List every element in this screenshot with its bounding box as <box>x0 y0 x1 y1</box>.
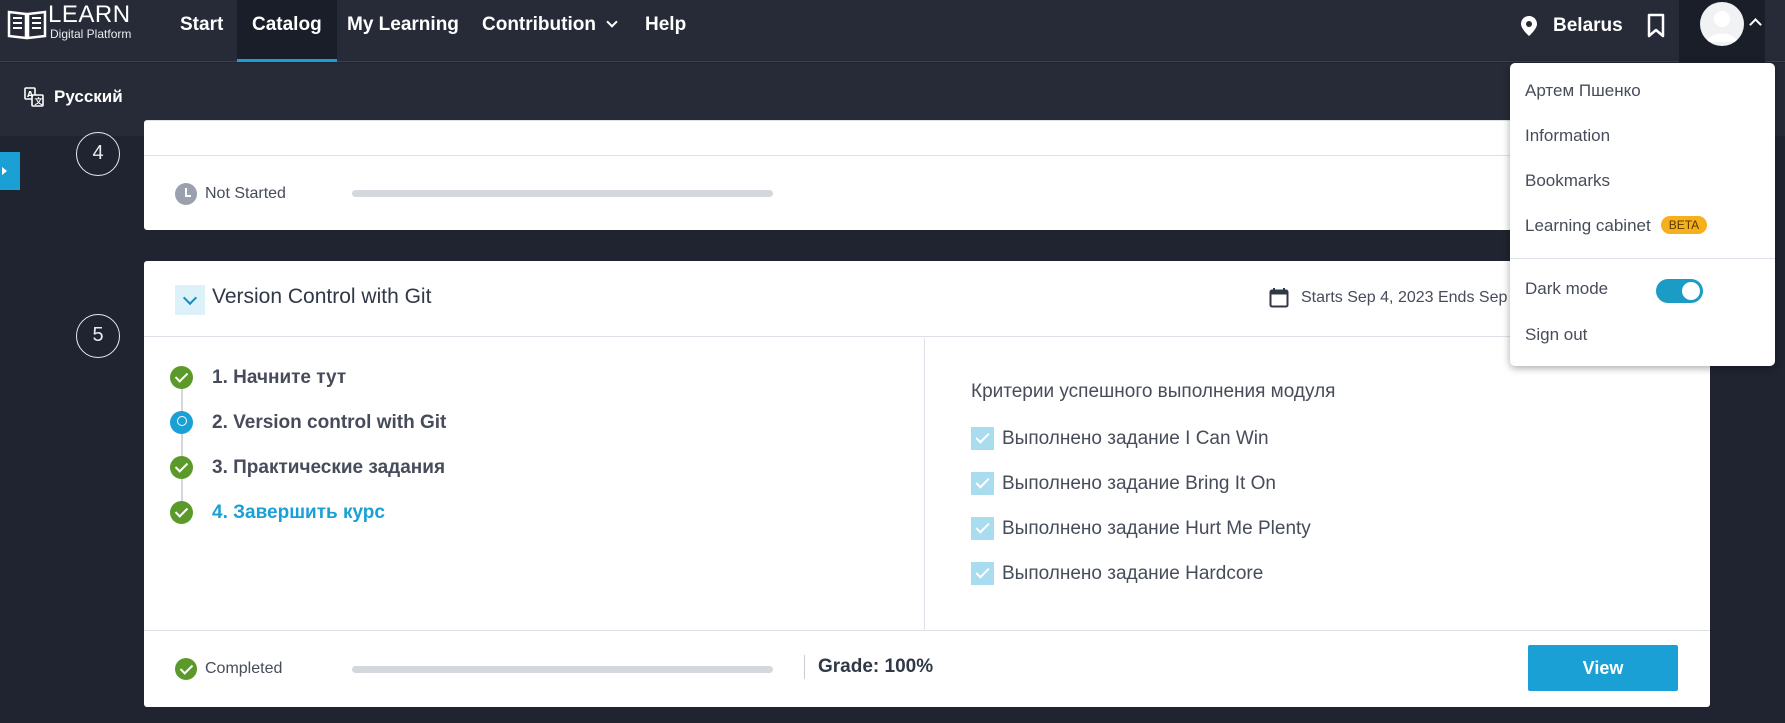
nav-catalog[interactable]: Catalog <box>237 0 337 62</box>
user-dropdown-menu: Артем Пшенко Information Bookmarks Learn… <box>1510 63 1775 366</box>
criteria-title: Критерии успешного выполнения модуля <box>971 381 1336 402</box>
beta-badge: BETA <box>1660 216 1708 234</box>
menu-item-learning-cabinet[interactable]: Learning cabinet BETA <box>1525 216 1708 236</box>
timeline-line <box>181 388 183 518</box>
top-navigation: LEARN Digital Platform Start Catalog My … <box>0 0 1785 62</box>
menu-item-bookmarks[interactable]: Bookmarks <box>1525 171 1610 191</box>
step-number-4: 4 <box>76 132 120 176</box>
user-name[interactable]: Артем Пшенко <box>1525 81 1641 101</box>
translate-icon: A 文 <box>24 87 44 107</box>
chevron-down-icon <box>606 16 618 28</box>
criteria-item: Выполнено задание Bring It On <box>971 472 1276 495</box>
lesson-label: 3. Практические задания <box>212 456 446 478</box>
avatar <box>1700 2 1744 46</box>
step-number-5: 5 <box>76 314 120 358</box>
check-circle-icon <box>170 456 193 479</box>
module-status: Completed <box>175 658 282 680</box>
view-button[interactable]: View <box>1528 645 1678 691</box>
divider <box>144 155 1710 156</box>
nav-contribution-label: Contribution <box>482 14 596 35</box>
location-label: Belarus <box>1553 15 1623 36</box>
user-menu-toggle[interactable] <box>1679 0 1765 62</box>
nav-start[interactable]: Start <box>165 0 238 62</box>
lesson-label: 2. Version control with Git <box>212 411 447 433</box>
check-circle-icon <box>170 366 193 389</box>
status-label: Completed <box>205 660 283 677</box>
location-selector[interactable]: Belarus <box>1519 0 1623 52</box>
lesson-item[interactable]: 4. Завершить курс <box>170 501 385 524</box>
module-header: Version Control with Git Starts Sep 4, 2… <box>144 261 1710 337</box>
lesson-item[interactable]: 2. Version control with Git <box>170 411 446 434</box>
menu-item-information[interactable]: Information <box>1525 126 1610 146</box>
module-footer: Completed Grade: 100% View <box>144 630 1710 707</box>
map-pin-icon <box>1521 16 1537 36</box>
dark-mode-label: Dark mode <box>1525 279 1609 298</box>
checkbox-checked-icon <box>971 472 994 495</box>
menu-item-sign-out[interactable]: Sign out <box>1525 325 1587 345</box>
svg-text:文: 文 <box>35 96 44 106</box>
dark-mode-toggle[interactable] <box>1656 279 1703 303</box>
dates-label: Starts Sep 4, 2023 Ends Sep 1 <box>1301 289 1521 306</box>
criteria-item: Выполнено задание I Can Win <box>971 427 1269 450</box>
sidebar-expand-button[interactable] <box>0 152 20 190</box>
criteria-item: Выполнено задание Hardcore <box>971 562 1263 585</box>
module-card-5: Version Control with Git Starts Sep 4, 2… <box>144 261 1710 707</box>
checkbox-checked-icon <box>971 427 994 450</box>
lesson-item[interactable]: 3. Практические задания <box>170 456 445 479</box>
criteria-label: Выполнено задание Hurt Me Plenty <box>1002 517 1311 539</box>
criteria-label: Выполнено задание I Can Win <box>1002 427 1269 449</box>
language-switcher[interactable]: A 文 Русский <box>24 87 123 107</box>
progress-bar <box>352 666 773 673</box>
checkbox-checked-icon <box>971 562 994 585</box>
user-silhouette-icon <box>1707 11 1737 42</box>
menu-divider <box>1510 258 1775 259</box>
bookmark-icon[interactable] <box>1645 13 1667 39</box>
lesson-label: 1. Начните тут <box>212 366 347 388</box>
module-status: Not Started <box>175 183 286 205</box>
criteria-label: Выполнено задание Hardcore <box>1002 562 1264 584</box>
grade-label: Grade: 100% <box>804 655 933 679</box>
in-progress-icon <box>170 411 193 434</box>
learning-cabinet-label: Learning cabinet <box>1525 216 1651 235</box>
progress-bar <box>352 190 773 197</box>
module-card-4: Not Started <box>144 120 1710 230</box>
criteria-label: Выполнено задание Bring It On <box>1002 472 1276 494</box>
nav-contribution[interactable]: Contribution <box>467 0 631 62</box>
lesson-item[interactable]: 1. Начните тут <box>170 366 346 389</box>
chevron-up-icon <box>1749 18 1762 31</box>
clock-icon <box>175 183 197 205</box>
check-circle-icon <box>170 501 193 524</box>
criteria-item: Выполнено задание Hurt Me Plenty <box>971 517 1311 540</box>
brand-subtitle: Digital Platform <box>50 27 132 41</box>
learn-logo[interactable]: LEARN Digital Platform <box>6 1 132 42</box>
lessons-panel: 1. Начните тут 2. Version control with G… <box>144 338 925 631</box>
svg-text:A: A <box>27 90 34 99</box>
nav-my-learning[interactable]: My Learning <box>332 0 474 62</box>
module-dates: Starts Sep 4, 2023 Ends Sep 1 <box>1269 287 1521 309</box>
criteria-panel: Критерии успешного выполнения модуля Вып… <box>926 338 1710 631</box>
brand-title: LEARN <box>48 1 131 28</box>
open-book-icon <box>7 10 47 40</box>
collapse-toggle-button[interactable] <box>175 285 205 315</box>
language-label: Русский <box>54 87 123 106</box>
calendar-icon <box>1269 288 1289 308</box>
module-title[interactable]: Version Control with Git <box>212 285 431 309</box>
check-circle-icon <box>175 658 197 680</box>
lesson-label: 4. Завершить курс <box>212 501 385 523</box>
status-label: Not Started <box>205 185 286 202</box>
nav-help[interactable]: Help <box>630 0 701 62</box>
checkbox-checked-icon <box>971 517 994 540</box>
